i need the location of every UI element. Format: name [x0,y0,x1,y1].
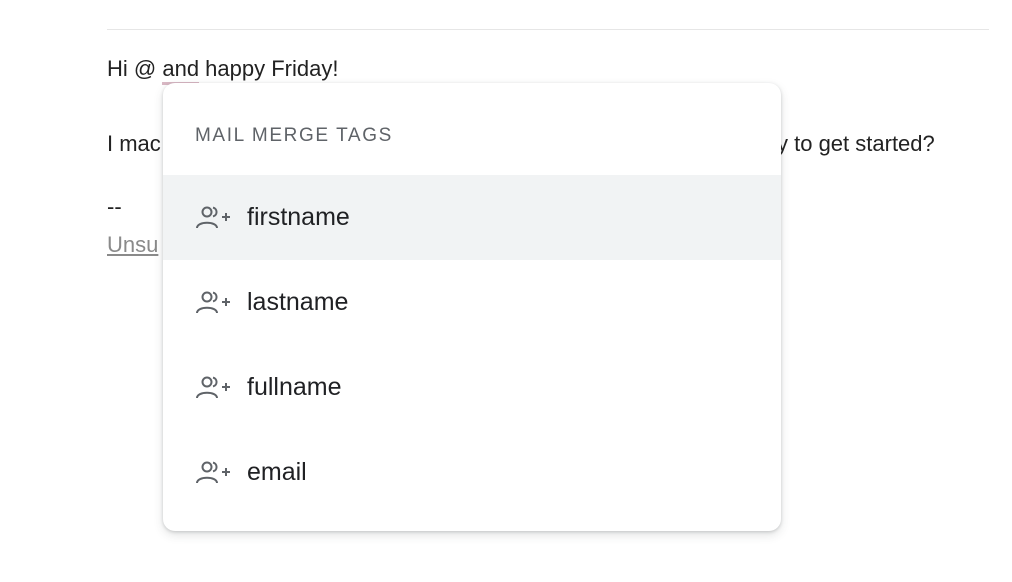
popup-header: MAIL MERGE TAGS [195,125,393,146]
body-line-end: y to get started? [777,131,935,156]
tag-item-firstname[interactable]: firstname [163,175,781,260]
tag-item-fullname[interactable]: fullname [163,345,781,430]
body-line-start: I mac [107,131,161,156]
person-add-icon [193,459,233,487]
tag-label: lastname [247,288,349,316]
greeting-line: Hi @ and happy Friday! [107,55,339,85]
mail-merge-popup: MAIL MERGE TAGS firstname lastname fulln… [163,83,781,531]
compose-divider [107,29,989,30]
tag-item-lastname[interactable]: lastname [163,260,781,345]
tag-label: email [247,458,307,486]
person-add-icon [193,374,233,402]
tag-label: fullname [247,373,342,401]
greeting-suffix: happy Friday! [199,56,339,81]
tag-item-email[interactable]: email [163,430,781,515]
tag-list: firstname lastname fullname email [163,175,781,515]
person-add-icon [193,204,233,232]
spellcheck-word[interactable]: and [162,56,200,85]
person-add-icon [193,289,233,317]
tag-label: firstname [247,203,350,231]
signature-separator: -- [107,194,122,219]
greeting-prefix: Hi @ [107,56,163,81]
unsubscribe-link[interactable]: Unsu [107,231,158,259]
